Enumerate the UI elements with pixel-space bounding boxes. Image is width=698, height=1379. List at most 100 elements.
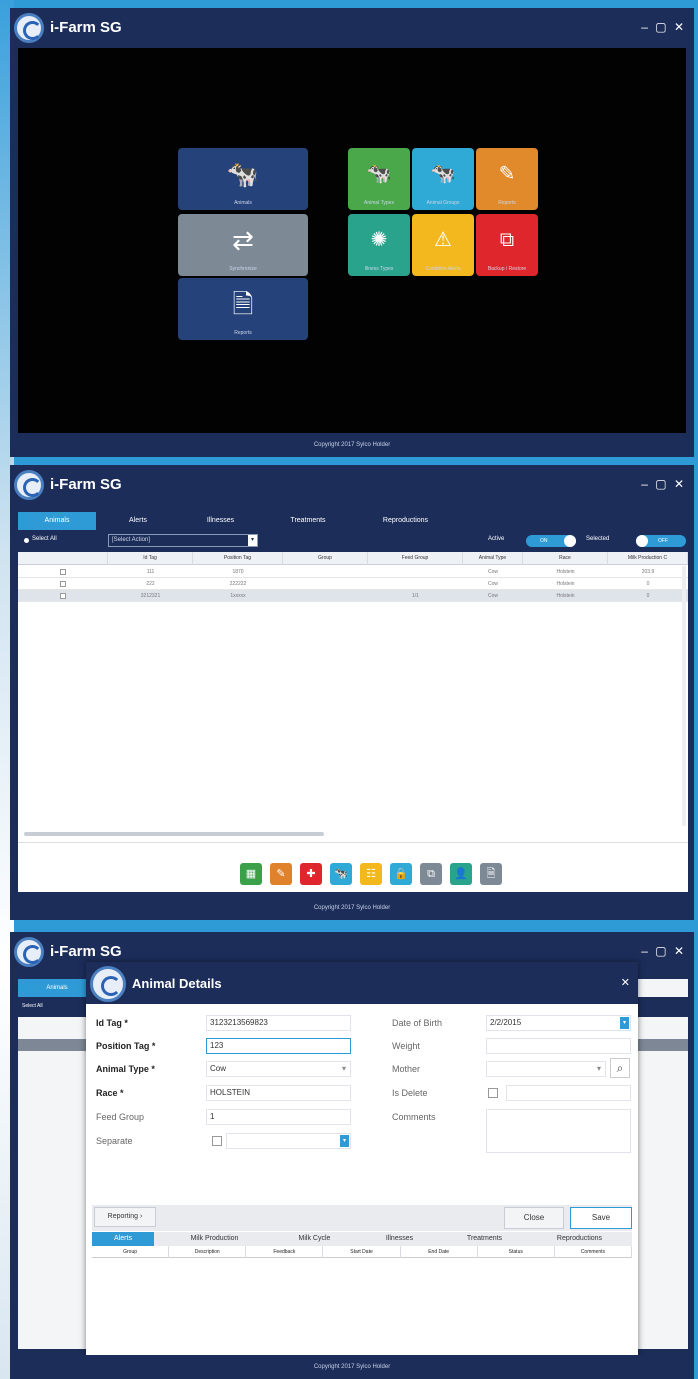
tile-label: Reports: [498, 200, 516, 206]
animal-type-select[interactable]: Cow ▾: [206, 1061, 351, 1077]
horizontal-scrollbar[interactable]: [24, 832, 324, 836]
animal-groups-icon: 🐄: [430, 163, 456, 185]
table-cell: 1870: [232, 569, 244, 575]
select-all-label: Select All: [32, 536, 57, 542]
subgrid-header: Group Description Feedback Start Date End Da…: [92, 1246, 632, 1258]
animal-details-dialog: Animal Details ✕ Id Tag * 3123213569823 …: [86, 962, 638, 1358]
tab-reproductions[interactable]: Reproductions: [358, 512, 453, 530]
selected-toggle[interactable]: OFF: [636, 535, 686, 547]
subtab-treatments[interactable]: Treatments: [442, 1232, 527, 1246]
is-delete-checkbox[interactable]: [488, 1088, 498, 1098]
table-cell: Cow: [487, 569, 498, 575]
subgrid-column-header[interactable]: End Date: [401, 1246, 478, 1258]
race-input[interactable]: HOLSTEIN: [206, 1085, 351, 1101]
grid-column-header[interactable]: Group: [283, 552, 368, 565]
dashboard-tile-small-4[interactable]: ⚠ Condition Alerts: [412, 214, 474, 276]
grid-column-header[interactable]: Position Tag: [193, 552, 283, 565]
table-cell: 3212321: [140, 593, 161, 599]
subgrid-column-header[interactable]: Start Date: [323, 1246, 401, 1258]
user-icon[interactable]: 👤: [450, 863, 472, 885]
cow-icon[interactable]: 🐄: [330, 863, 352, 885]
search-icon[interactable]: ⌕: [610, 1058, 630, 1078]
row-checkbox[interactable]: [18, 590, 108, 602]
grid-column-header[interactable]: [18, 552, 108, 565]
vertical-scrollbar[interactable]: [682, 566, 686, 826]
close-button[interactable]: Close: [504, 1207, 564, 1229]
row-checkbox[interactable]: [18, 578, 108, 590]
feed-group-input[interactable]: 1: [206, 1109, 351, 1125]
subtab-alerts[interactable]: Alerts: [92, 1232, 154, 1246]
actions-select[interactable]: [Select Action] ▾: [108, 534, 258, 547]
weight-label: Weight: [392, 1041, 420, 1051]
active-toggle[interactable]: ON: [526, 535, 576, 547]
id-tag-input[interactable]: 3123213569823: [206, 1015, 351, 1031]
edit-icon[interactable]: ✎: [270, 863, 292, 885]
window-controls[interactable]: – ▢ ✕: [641, 944, 686, 958]
subtab-milk-production[interactable]: Milk Production: [167, 1232, 262, 1246]
mother-select[interactable]: ▾: [486, 1061, 606, 1077]
grid-column-header[interactable]: Milk Production C: [608, 552, 688, 565]
window-controls[interactable]: – ▢ ✕: [641, 20, 686, 34]
tab-treatments[interactable]: Treatments: [268, 512, 348, 530]
dashboard-tile-0[interactable]: 🐄 Animals: [178, 148, 308, 210]
subgrid-column-header[interactable]: Status: [478, 1246, 555, 1258]
table-cell: [283, 566, 368, 578]
date-of-birth-input[interactable]: 2/2/2015 ▾: [486, 1015, 631, 1031]
dashboard-tile-small-3[interactable]: ✺ Illness Types: [348, 214, 410, 276]
subgrid-column-header[interactable]: Feedback: [246, 1246, 324, 1258]
tile-label: Animal Types: [364, 200, 394, 206]
grid-column-header[interactable]: Id Tag: [108, 552, 193, 565]
table-row[interactable]: 111 1870 Cow Holstein 203.9: [18, 566, 688, 578]
tab-alerts[interactable]: Alerts: [103, 512, 173, 530]
weight-input[interactable]: [486, 1038, 631, 1054]
report-icon[interactable]: 🗎: [480, 863, 502, 885]
dashboard-tile-small-5[interactable]: ⧉ Backup / Restore: [476, 214, 538, 276]
position-tag-input[interactable]: 123: [206, 1038, 351, 1054]
separate-select[interactable]: ▾: [226, 1133, 351, 1149]
tile-label: Illness Types: [364, 266, 394, 272]
dashboard-tile-small-1[interactable]: 🐄 Animal Groups: [412, 148, 474, 210]
row-checkbox[interactable]: [18, 566, 108, 578]
dashboard-tile-small-0[interactable]: 🐄 Animal Types: [348, 148, 410, 210]
dashboard-tile-2[interactable]: 🗎 Reports: [178, 278, 308, 340]
virus-icon: ✺: [370, 229, 388, 251]
subtab-illnesses[interactable]: Illnesses: [362, 1232, 437, 1246]
position-tag-label: Position Tag *: [96, 1041, 156, 1051]
reporting-button[interactable]: Reporting ›: [94, 1207, 156, 1227]
tile-label: Backup / Restore: [487, 266, 527, 272]
subgrid-body: [92, 1258, 632, 1352]
select-all-radio[interactable]: [24, 538, 29, 543]
grid-column-header[interactable]: Animal Type: [463, 552, 523, 565]
actions-select-value: [Select Action]: [112, 537, 151, 543]
app-title: i-Farm SG: [50, 19, 122, 36]
calendar-dropdown-icon[interactable]: ▾: [620, 1017, 629, 1029]
subgrid-column-header[interactable]: Description: [169, 1246, 247, 1258]
subtab-milk-cycle[interactable]: Milk Cycle: [272, 1232, 357, 1246]
table-cell: Cow: [487, 593, 498, 599]
feed-icon[interactable]: ☷: [360, 863, 382, 885]
excel-icon[interactable]: ▦: [240, 863, 262, 885]
subgrid-column-header[interactable]: Group: [92, 1246, 170, 1258]
comments-textarea[interactable]: [486, 1109, 631, 1153]
save-button[interactable]: Save: [570, 1207, 632, 1229]
tab-illnesses[interactable]: Illnesses: [183, 512, 258, 530]
copy-icon[interactable]: ⧉: [420, 863, 442, 885]
date-of-birth-label: Date of Birth: [392, 1018, 443, 1028]
subtab-reproductions[interactable]: Reproductions: [532, 1232, 627, 1246]
add-icon[interactable]: ✚: [300, 863, 322, 885]
table-row[interactable]: 222 222222 Cow Holstein 0: [18, 578, 688, 590]
subgrid-column-header[interactable]: Comments: [555, 1246, 632, 1258]
lock-icon[interactable]: 🔒: [390, 863, 412, 885]
toggle-knob: [564, 535, 576, 547]
close-icon[interactable]: ✕: [621, 976, 630, 989]
table-row[interactable]: 3212321 1xxxxx 1/1 Cow Holstein 0: [18, 590, 688, 602]
dashboard-tile-small-2[interactable]: ✎ Reports: [476, 148, 538, 210]
window-controls[interactable]: – ▢ ✕: [641, 477, 686, 491]
dashboard-tile-1[interactable]: ⇄ Synchronize: [178, 214, 308, 276]
tab-animals[interactable]: Animals: [18, 512, 96, 530]
chevron-down-icon: ▾: [596, 1064, 601, 1073]
separate-checkbox[interactable]: [212, 1136, 222, 1146]
table-cell: Holstein: [556, 581, 575, 587]
grid-column-header[interactable]: Feed Group: [368, 552, 463, 565]
grid-column-header[interactable]: Race: [523, 552, 608, 565]
